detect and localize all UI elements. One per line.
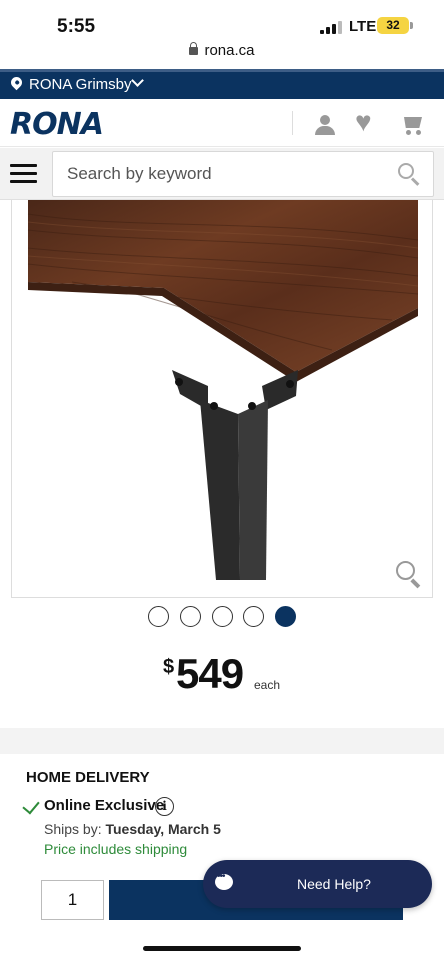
price-currency: $ — [163, 656, 175, 678]
shipping-note: Price includes shipping — [44, 841, 188, 857]
price-unit: each — [254, 678, 281, 692]
location-pin-icon — [8, 74, 25, 91]
url-bar[interactable]: rona.ca — [0, 42, 444, 66]
delivery-title: HOME DELIVERY — [26, 769, 150, 786]
status-bar: 5:55 LTE 32 — [0, 0, 444, 44]
product-image[interactable] — [11, 200, 433, 598]
store-name: RONA Grimsby — [29, 76, 132, 93]
wishlist-heart-icon[interactable]: ♥ — [355, 108, 372, 136]
url-text: rona.ca — [204, 42, 255, 59]
status-time: 5:55 — [57, 16, 96, 37]
search-icon[interactable] — [398, 163, 420, 186]
chevron-down-icon — [131, 74, 144, 87]
network-type: LTE — [349, 18, 377, 35]
price-amount: 549 — [176, 650, 244, 697]
section-separator — [0, 728, 444, 754]
image-carousel-dots — [148, 606, 298, 628]
zoom-icon[interactable] — [396, 561, 422, 589]
battery-icon: 32 — [377, 17, 409, 34]
site-header: RONA ♥ — [0, 99, 444, 147]
cart-icon[interactable] — [401, 115, 423, 135]
carousel-dot[interactable] — [212, 606, 233, 627]
store-bar-strip — [0, 69, 444, 72]
menu-hamburger-icon[interactable] — [10, 164, 37, 184]
account-icon[interactable] — [314, 115, 336, 135]
search-box[interactable] — [52, 151, 434, 197]
info-icon[interactable]: i — [155, 797, 174, 816]
online-exclusive-label: Online Exclusive — [44, 797, 165, 814]
header-divider — [292, 111, 293, 135]
search-input[interactable] — [67, 164, 387, 184]
need-help-label: Need Help? — [297, 876, 371, 892]
carousel-dot[interactable] — [180, 606, 201, 627]
home-delivery-card: HOME DELIVERY Online Exclusive i Ships b… — [11, 754, 433, 946]
search-row — [0, 148, 444, 200]
product-price: $ 549 each — [0, 650, 444, 700]
store-selector[interactable]: RONA Grimsby — [0, 69, 444, 99]
checkmark-icon — [22, 796, 40, 815]
ships-by-date: Tuesday, March 5 — [105, 821, 221, 837]
carousel-dot[interactable] — [148, 606, 169, 627]
table-corner-illustration — [27, 200, 419, 580]
carousel-dot-active[interactable] — [275, 606, 296, 627]
signal-icon — [320, 21, 342, 34]
rona-logo[interactable]: RONA — [10, 107, 104, 142]
ships-by-text: Ships by: Tuesday, March 5 — [44, 821, 221, 837]
quantity-input[interactable]: 1 — [41, 880, 104, 920]
battery-tip — [410, 22, 413, 29]
lock-icon — [189, 42, 199, 55]
need-help-chat-button[interactable]: Need Help? — [203, 860, 432, 908]
ships-by-label: Ships by: — [44, 821, 102, 837]
chat-bubble-icon — [215, 871, 233, 890]
home-indicator[interactable] — [143, 946, 301, 951]
carousel-dot[interactable] — [243, 606, 264, 627]
